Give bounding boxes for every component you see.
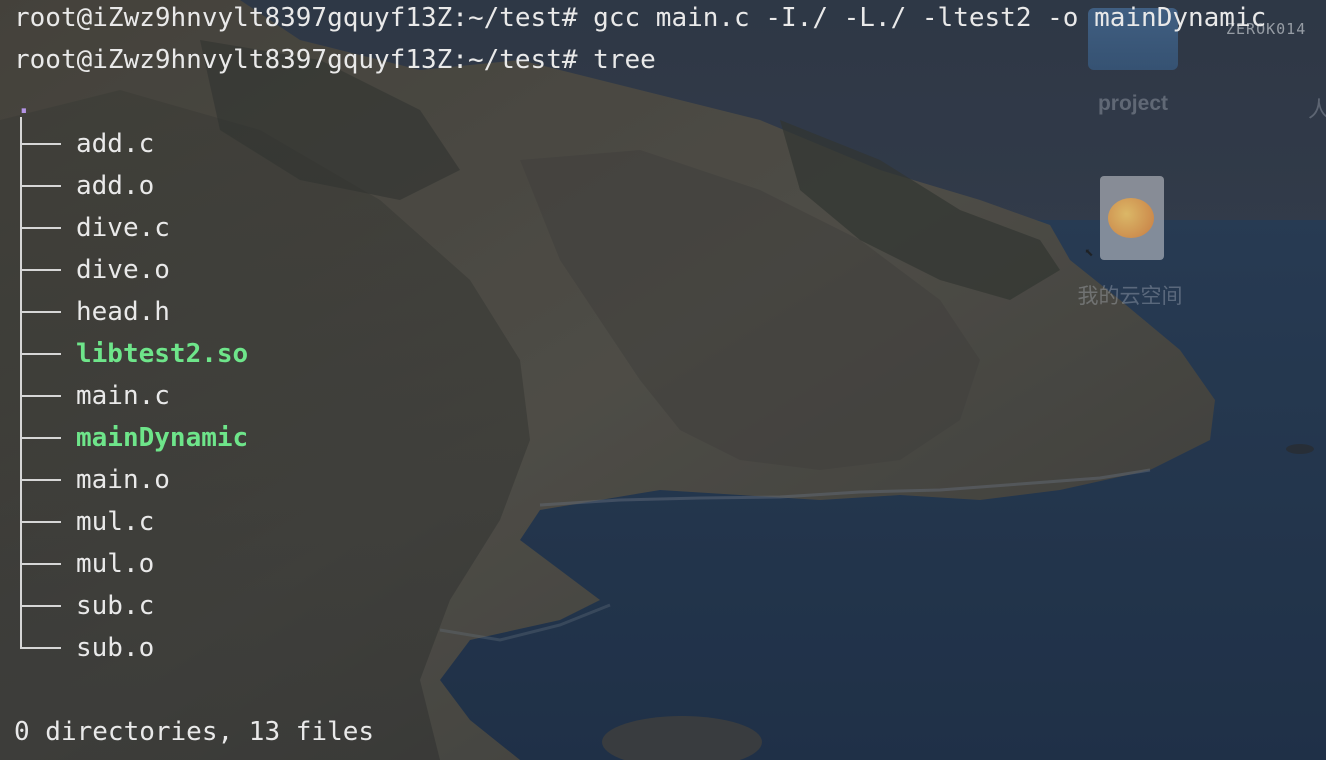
tree-file-name: dive.o xyxy=(76,255,170,285)
terminal-output[interactable]: root@iZwz9hnvylt8397gquyf13Z:~/test# gcc… xyxy=(0,0,1326,760)
tree-branch xyxy=(17,579,61,622)
tree-file-name: dive.c xyxy=(76,213,170,243)
tree-file-name: mul.c xyxy=(76,507,155,537)
tree-branch xyxy=(17,243,61,286)
tree-file-name: add.c xyxy=(76,129,155,159)
tree-file-name: sub.c xyxy=(76,591,155,621)
command-line-tree: root@iZwz9hnvylt8397gquyf13Z:~/test# tre… xyxy=(14,45,656,75)
tree-branch xyxy=(17,327,61,370)
terminal-window: project ⬉ 我的云空间 人 ZEROK014 root@iZwz9hnv… xyxy=(0,0,1326,760)
tree-file-name: main.o xyxy=(76,465,170,495)
tree-branch xyxy=(17,537,61,580)
tree-file-name: mainDynamic xyxy=(76,423,249,453)
tree-branch xyxy=(17,285,61,328)
tree-branch xyxy=(17,453,61,496)
tree-summary: 0 directories, 13 files xyxy=(14,717,375,747)
tree-file-name: mul.o xyxy=(76,549,155,579)
tree-file-name: add.o xyxy=(76,171,155,201)
tree-branch xyxy=(17,117,61,160)
tree-file-name: sub.o xyxy=(76,633,155,663)
tree-branch xyxy=(17,621,61,664)
tree-branch xyxy=(17,495,61,538)
tree-branch xyxy=(17,201,61,244)
command-line-gcc: root@iZwz9hnvylt8397gquyf13Z:~/test# gcc… xyxy=(14,3,1267,33)
tree-branch xyxy=(17,159,61,202)
tree-branch xyxy=(17,411,61,454)
tree-branch xyxy=(17,369,61,412)
tree-file-name: libtest2.so xyxy=(76,339,249,369)
tree-file-name: main.c xyxy=(76,381,170,411)
tree-file-name: head.h xyxy=(76,297,170,327)
tree-root: . xyxy=(16,90,32,120)
